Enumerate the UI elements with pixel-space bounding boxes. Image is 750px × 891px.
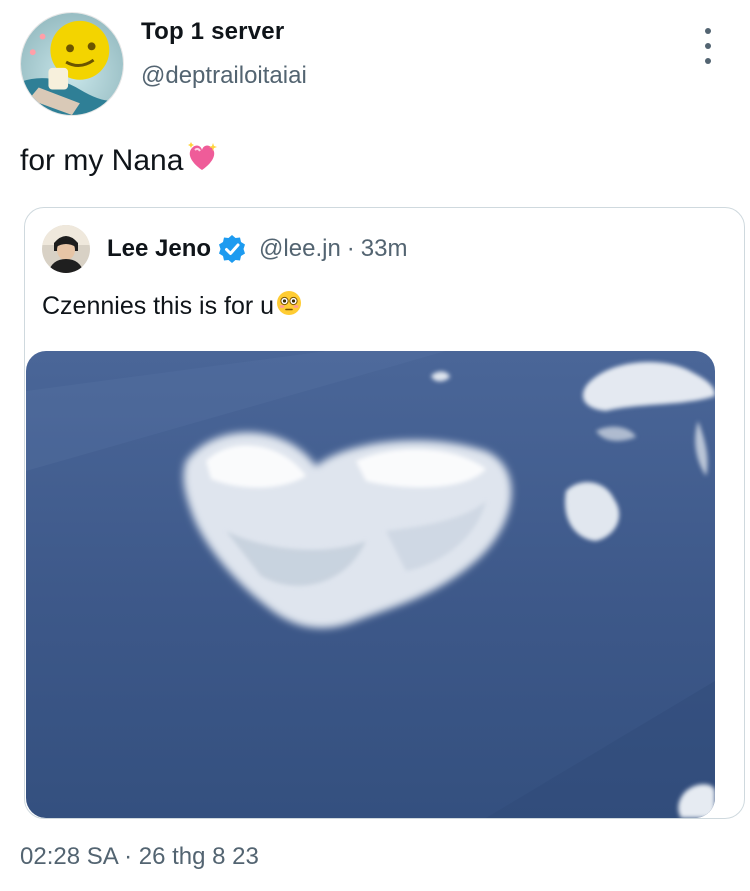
quote-header: Lee Jeno @lee.jn · 33m: [107, 234, 407, 264]
sky-heart-cloud-photo-icon: [26, 351, 715, 818]
verified-badge-icon: [217, 234, 247, 264]
separator-dot: ·: [346, 235, 355, 262]
flushed-face-icon: [276, 290, 302, 323]
vertical-ellipsis-icon: [705, 28, 711, 34]
yellow-emoji-avatar-icon: [21, 13, 123, 115]
sparkling-heart-icon: [185, 140, 219, 182]
tweet-text: for my Nana: [20, 140, 219, 182]
author-avatar[interactable]: [20, 12, 124, 116]
quoted-tweet-card[interactable]: Lee Jeno @lee.jn · 33m Czennies this is …: [24, 207, 745, 819]
author-handle[interactable]: @deptrailoitaiai: [141, 62, 307, 90]
tweet: Top 1 server @deptrailoitaiai for my Nan…: [0, 0, 750, 891]
quote-author-handle[interactable]: @lee.jn: [259, 235, 341, 263]
quote-text-content: Czennies this is for u: [42, 292, 275, 320]
quoted-media-image[interactable]: [26, 351, 715, 818]
more-options-button[interactable]: [694, 28, 722, 64]
author-name[interactable]: Top 1 server: [141, 18, 284, 46]
quote-author-avatar[interactable]: [42, 225, 90, 273]
tweet-timestamp[interactable]: 02:28 SA · 26 thg 8 23: [20, 843, 259, 871]
profile-photo-avatar-icon: [42, 225, 90, 273]
quote-author-name[interactable]: Lee Jeno: [107, 235, 211, 263]
quote-time[interactable]: 33m: [361, 235, 408, 263]
quote-text: Czennies this is for u: [42, 290, 302, 323]
vertical-ellipsis-icon: [705, 43, 711, 49]
tweet-text-content: for my Nana: [20, 144, 184, 177]
vertical-ellipsis-icon: [705, 58, 711, 64]
